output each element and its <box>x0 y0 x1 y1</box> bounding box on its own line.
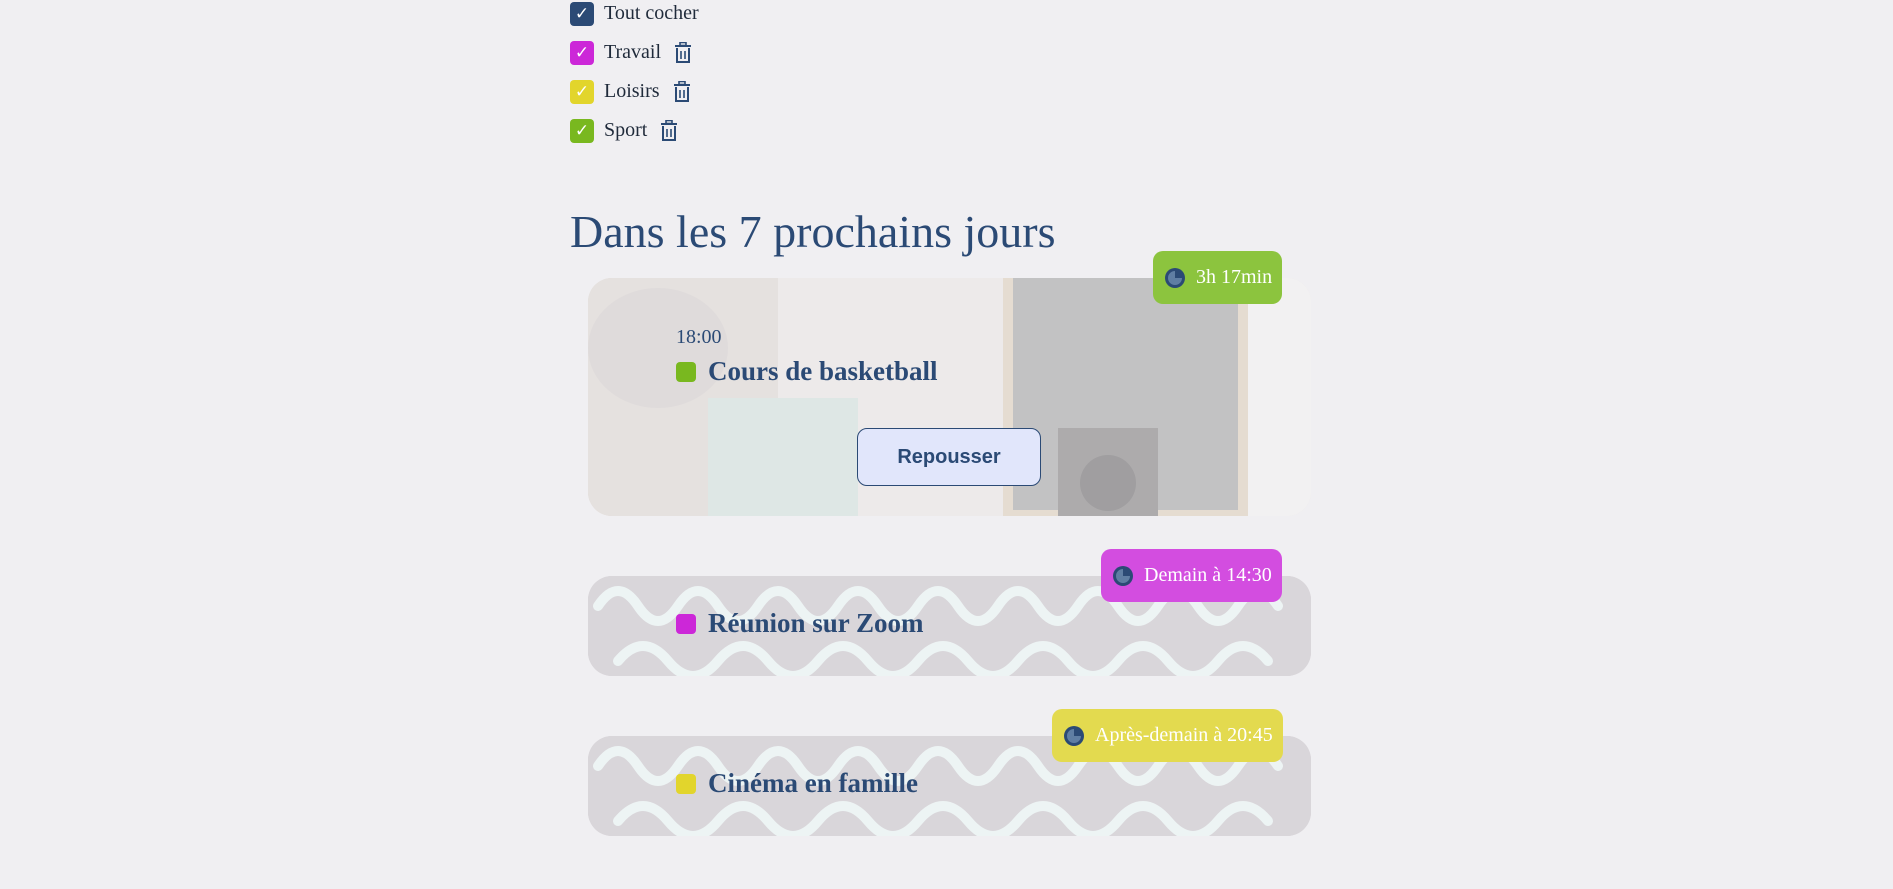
trash-icon[interactable] <box>673 41 693 64</box>
page: ✓ Tout cocher ✓ Travail ✓ Loisirs ✓ Spor… <box>0 0 1893 889</box>
event-time-badge: 3h 17min <box>1153 251 1283 304</box>
event-time: 18:00 <box>676 326 722 348</box>
clock-icon <box>1113 565 1133 586</box>
event-category-marker <box>676 361 696 382</box>
event-time-badge: Demain à 14:30 <box>1101 549 1282 602</box>
section-title: Dans les 7 prochains jours <box>570 206 1056 257</box>
event-title: Cinéma en famille <box>708 768 918 798</box>
category-label: Travail <box>604 41 662 63</box>
event-title: Cours de basketball <box>708 356 938 386</box>
event-category-marker <box>676 613 696 634</box>
event-badge-text: Après-demain à 20:45 <box>1095 724 1273 746</box>
event-title-row: Cours de basketball <box>676 356 938 387</box>
toggle-all-checkbox[interactable]: ✓ <box>570 1 594 26</box>
event-content: 18:00 Cours de basketball Repousser <box>588 278 1311 516</box>
event-time-badge: Après-demain à 20:45 <box>1052 709 1283 762</box>
trash-icon[interactable] <box>672 80 692 103</box>
event-card[interactable]: 18:00 Cours de basketball Repousser <box>588 278 1311 516</box>
category-checkbox-loisirs[interactable]: ✓ <box>570 79 594 104</box>
event-badge-text: Demain à 14:30 <box>1144 564 1272 586</box>
event-title-row: Cinéma en famille <box>676 768 918 799</box>
postpone-button[interactable]: Repousser <box>857 428 1041 486</box>
toggle-all-label: Tout cocher <box>604 2 699 24</box>
category-filter-list: ✓ Tout cocher ✓ Travail ✓ Loisirs ✓ Spor… <box>570 0 709 150</box>
trash-icon[interactable] <box>659 119 679 142</box>
category-checkbox-travail[interactable]: ✓ <box>570 40 594 65</box>
category-label: Loisirs <box>604 80 660 102</box>
category-checkbox-sport[interactable]: ✓ <box>570 118 594 143</box>
category-item-loisirs: ✓ Loisirs <box>570 72 709 111</box>
event-title-row: Réunion sur Zoom <box>676 608 924 639</box>
category-label: Sport <box>604 119 648 141</box>
event-title: Réunion sur Zoom <box>708 608 924 638</box>
event-category-marker <box>676 773 696 794</box>
category-item-sport: ✓ Sport <box>570 111 709 150</box>
event-badge-text: 3h 17min <box>1196 266 1273 288</box>
category-item-travail: ✓ Travail <box>570 33 709 72</box>
clock-icon <box>1064 725 1084 746</box>
toggle-all-row[interactable]: ✓ Tout cocher <box>570 0 709 33</box>
clock-icon <box>1165 267 1185 288</box>
